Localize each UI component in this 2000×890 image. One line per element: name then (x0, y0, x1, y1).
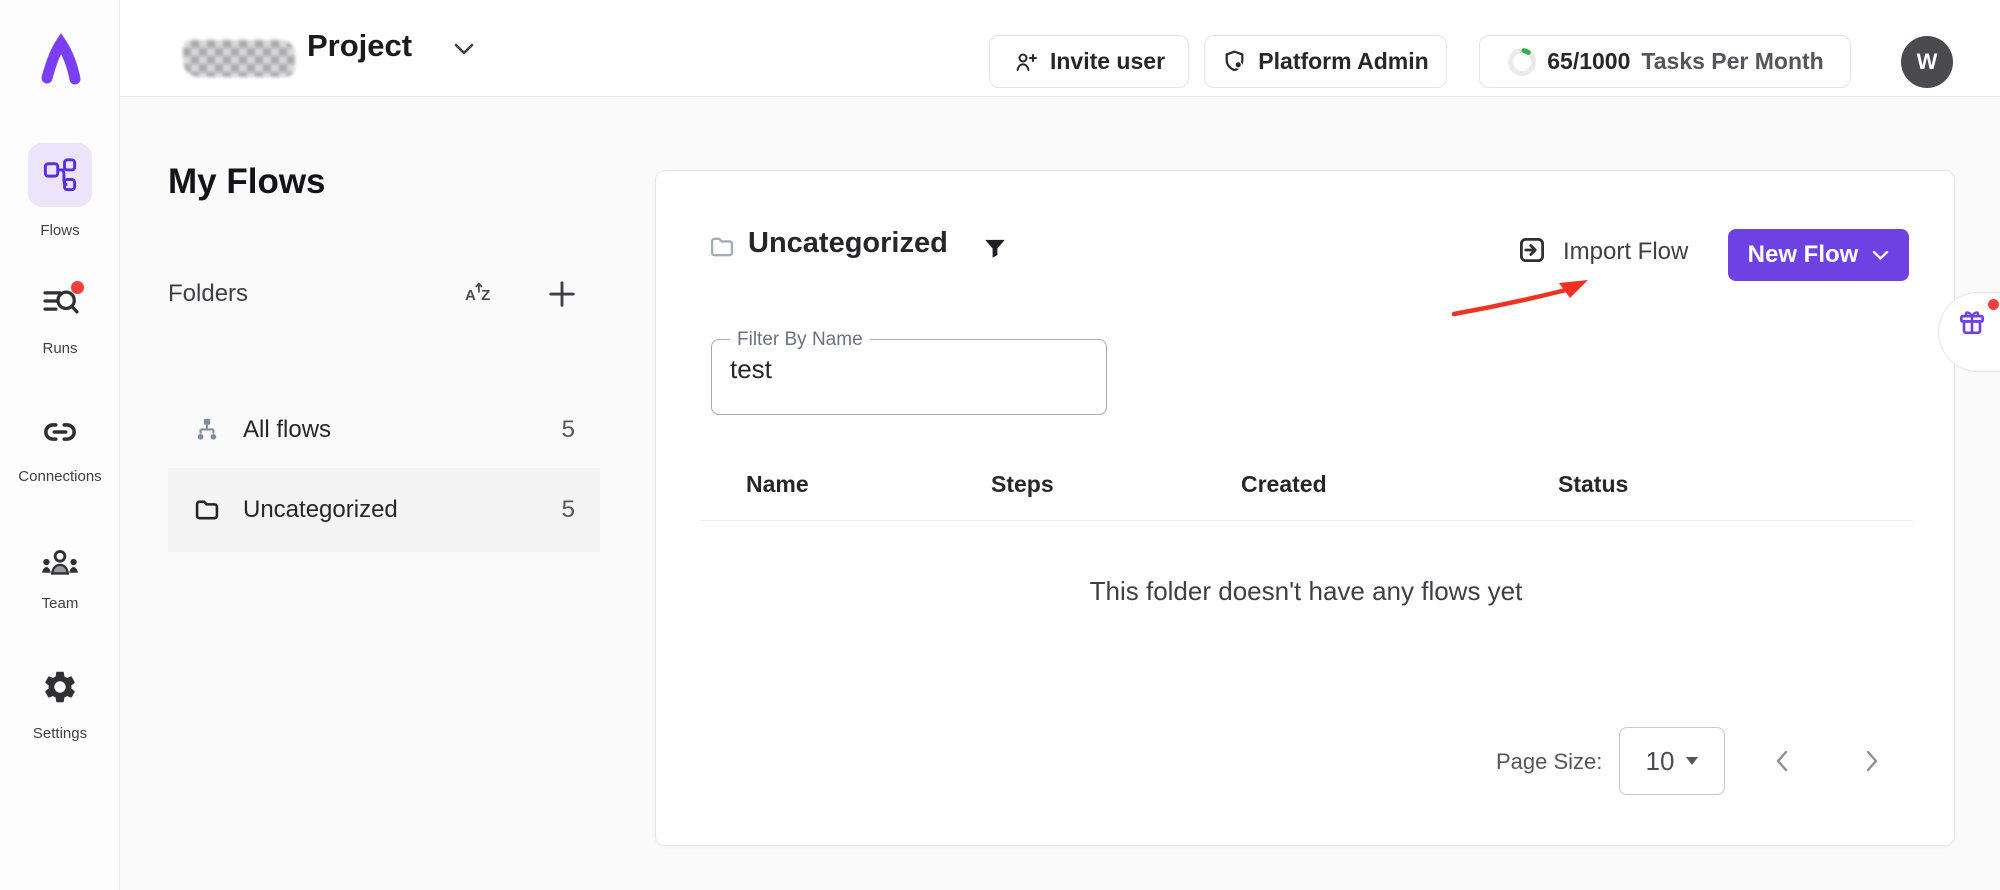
filter-by-name-field[interactable]: Filter By Name (711, 339, 1107, 415)
project-title: Project (307, 28, 412, 64)
sort-az-icon: A Z (465, 279, 495, 309)
topbar: Project Invite user Platform Admin (120, 0, 2000, 97)
chevron-down-icon (1872, 250, 1889, 261)
tasks-usage-badge[interactable]: 65/1000 Tasks Per Month (1479, 35, 1851, 88)
sidebar-item-label: Connections (0, 468, 120, 485)
sidebar-item-label: Settings (0, 725, 120, 742)
chevron-down-icon (454, 43, 474, 55)
filter-button[interactable] (978, 231, 1012, 265)
connections-icon (41, 415, 79, 449)
chevron-left-icon (1775, 750, 1788, 772)
platform-admin-label: Platform Admin (1258, 48, 1428, 75)
avatar-initial: W (1917, 49, 1938, 75)
sidebar: Flows Runs Connections (0, 0, 120, 890)
tasks-count: 65/1000 (1547, 48, 1630, 75)
sidebar-item-connections[interactable] (0, 415, 120, 449)
folder-icon (708, 233, 736, 261)
sidebar-item-team[interactable] (0, 545, 120, 579)
plus-icon (547, 279, 577, 309)
import-flow-button[interactable] (1514, 232, 1550, 268)
add-folder-button[interactable] (542, 274, 582, 314)
user-avatar[interactable]: W (1901, 36, 1953, 88)
invite-user-icon (1013, 50, 1039, 74)
flows-icon (42, 157, 78, 193)
app-window: Flows Runs Connections (0, 0, 2000, 890)
folder-item-label: Uncategorized (243, 496, 398, 524)
column-header-created: Created (1241, 471, 1327, 498)
settings-icon (41, 668, 79, 706)
column-header-name: Name (746, 471, 809, 498)
page-size-label: Page Size: (1496, 749, 1602, 775)
next-page-button[interactable] (1852, 741, 1892, 781)
sidebar-item-runs[interactable] (0, 283, 120, 319)
tasks-label: Tasks Per Month (1641, 48, 1823, 75)
filter-funnel-icon (982, 235, 1008, 261)
page-title: My Flows (168, 162, 326, 202)
team-icon (40, 545, 80, 579)
page-size-select[interactable]: 10 (1619, 727, 1725, 795)
folder-item-count: 5 (562, 416, 575, 444)
sidebar-item-label: Runs (0, 340, 120, 357)
new-flow-label: New Flow (1748, 241, 1859, 269)
import-icon (1517, 235, 1547, 265)
invite-user-button[interactable]: Invite user (989, 35, 1189, 88)
app-logo-icon[interactable] (0, 32, 120, 88)
caret-down-icon (1686, 757, 1698, 765)
project-selector[interactable]: Project (120, 0, 520, 97)
folders-header: Folders (168, 280, 248, 308)
folder-item-count: 5 (562, 496, 575, 524)
sidebar-item-label: Team (0, 595, 120, 612)
runs-alert-badge (71, 281, 84, 294)
folder-icon (193, 496, 221, 524)
flows-table-card: Uncategorized Import Flow New Flow Filte… (655, 170, 1955, 846)
chevron-right-icon (1866, 750, 1879, 772)
page-size-value: 10 (1646, 746, 1675, 777)
filter-name-input[interactable] (730, 354, 1080, 385)
card-folder-title: Uncategorized (748, 227, 948, 260)
svg-text:Z: Z (481, 287, 490, 304)
folder-item-all-flows[interactable]: All flows 5 (168, 400, 600, 460)
column-header-status: Status (1558, 471, 1628, 498)
rewards-alert-badge (1988, 299, 1999, 310)
platform-admin-button[interactable]: Platform Admin (1204, 35, 1447, 88)
sidebar-item-settings[interactable] (0, 668, 120, 706)
sitemap-icon (193, 416, 221, 444)
shield-admin-icon (1222, 49, 1247, 74)
sidebar-item-flows[interactable] (28, 143, 92, 207)
column-header-steps: Steps (991, 471, 1054, 498)
previous-page-button[interactable] (1761, 741, 1801, 781)
progress-donut-icon (1506, 46, 1538, 78)
svg-text:A: A (465, 287, 476, 304)
filter-field-label: Filter By Name (730, 329, 870, 351)
table-divider (701, 520, 1913, 521)
folder-item-uncategorized[interactable]: Uncategorized 5 (168, 468, 600, 552)
import-flow-label[interactable]: Import Flow (1563, 238, 1688, 266)
project-name-redacted (183, 40, 295, 77)
sort-folders-button[interactable]: A Z (462, 276, 498, 312)
folder-item-label: All flows (243, 416, 331, 444)
sidebar-item-label: Flows (0, 222, 120, 239)
new-flow-button[interactable]: New Flow (1728, 229, 1909, 281)
invite-user-label: Invite user (1050, 48, 1165, 75)
gift-icon (1956, 306, 1988, 338)
empty-state-message: This folder doesn't have any flows yet (656, 576, 1956, 607)
